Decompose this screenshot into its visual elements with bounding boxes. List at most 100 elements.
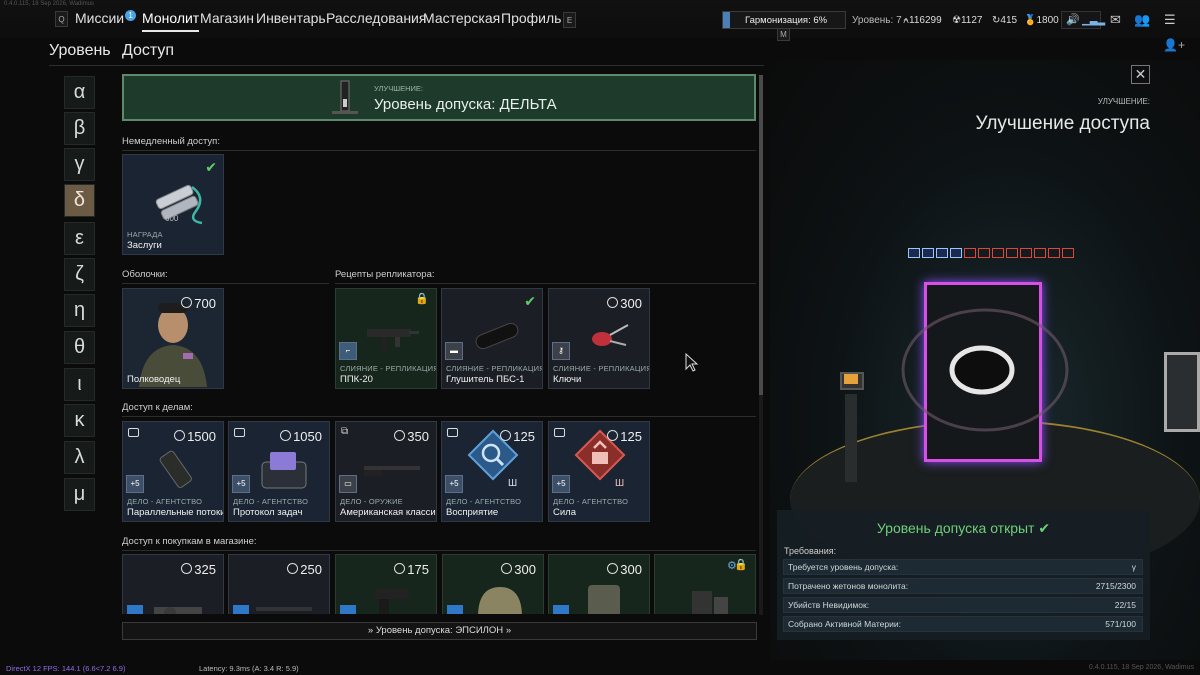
recipe-type-icon: ⚷ [552,342,570,360]
recipe-type-icon: ▬ [445,342,463,360]
recipe-cost: 300 [607,296,642,311]
mail-icon[interactable]: ✉ [1110,12,1121,28]
harmonization-bar[interactable]: Гармонизация: 6% [722,11,846,29]
level-kappa[interactable]: κ [64,404,95,437]
shop-card[interactable]: ⚙ 🔒 [654,554,756,614]
right-sub: УЛУЧШЕНИЕ: [1097,97,1150,106]
card-category: СЛИЯНИЕ - РЕПЛИКАЦИЯ [553,364,650,373]
nav-inventory[interactable]: Инвентарь [256,10,326,26]
case-level-icon: +5 [552,475,570,493]
level-alpha[interactable]: α [64,76,95,109]
nav-investigations[interactable]: Расследования [326,10,426,26]
shop-card[interactable]: 175 [335,554,437,614]
tier-three-icon: Ш [615,478,625,489]
case-level: 5 [561,479,566,488]
card-name: Восприятие [446,507,499,518]
upgrade-banner: УЛУЧШЕНИЕ: Уровень допуска: ДЕЛЬТА [122,74,756,121]
scrollbar-track[interactable] [759,75,763,615]
case-level: 5 [241,479,246,488]
level-gamma[interactable]: γ [64,148,95,181]
req-value: 2715/2300 [1095,581,1136,591]
shell-card-commander[interactable]: 700 Полководец [122,288,224,389]
req-label: Убийств Невидимок: [788,600,870,610]
level-lambda[interactable]: λ [64,441,95,474]
add-friend-icon[interactable]: 👤+ [1163,38,1185,52]
next-level-button[interactable]: » Уровень допуска: ЭПСИЛОН » [122,622,757,640]
section-cases: Доступ к делам: [122,402,756,417]
section-shop: Доступ к покупкам в магазине: [122,536,756,551]
tab-level[interactable]: Уровень [49,42,111,60]
case-cost: 125 [607,429,642,444]
shop-card[interactable]: 300 [548,554,650,614]
suppressor-icon [475,322,519,350]
scrollbar-thumb[interactable] [759,75,763,395]
currency-3-value: 415 [1000,15,1018,26]
nav-shop[interactable]: Магазин [200,10,254,26]
recipe-card-keys[interactable]: 300 ⚷ СЛИЯНИЕ - РЕПЛИКАЦИЯ Ключи [548,288,650,389]
nav-profile[interactable]: Профиль [501,10,561,26]
vest-icon [588,585,620,614]
shop-cost: 300 [501,562,536,577]
shop-type-icon [447,605,463,614]
missions-badge: 1 [125,10,137,21]
case-card-perception[interactable]: Ш 125 +5 ДЕЛО - АГЕНТСТВО Восприятие [441,421,543,522]
friends-icon[interactable]: 👥 [1134,12,1150,28]
level-theta[interactable]: θ [64,331,95,364]
tab-access[interactable]: Доступ [122,42,174,60]
section-immediate: Немедленный доступ: [122,136,756,151]
level-beta[interactable]: β [64,112,95,145]
level-eta[interactable]: η [64,294,95,327]
card-category: СЛИЯНИЕ - РЕПЛИКАЦИЯ [446,364,543,373]
banner-sub: УЛУЧШЕНИЕ: [374,84,423,93]
req-label: Требуется уровень допуска: [788,562,899,572]
shop-card[interactable]: 325 [122,554,224,614]
case-level-icon: +5 [232,475,250,493]
claimed-check-icon: ✔ [524,293,536,309]
recipe-card-ppk20[interactable]: 🔒 ⌐ СЛИЯНИЕ - РЕПЛИКАЦИЯ ППК-20 [335,288,437,389]
card-name: Полководец [127,374,181,385]
reward-card-merits[interactable]: ✔ 600 НАГРАДА Заслуги [122,154,224,255]
harmonization-label: Гармонизация: 6% [745,15,828,26]
level-mu[interactable]: μ [64,478,95,511]
currency-2-value: 1127 [960,15,983,26]
recipe-card-suppressor[interactable]: ✔ ▬ СЛИЯНИЕ - РЕПЛИКАЦИЯ Глушитель ПБС-1 [441,288,543,389]
nav-missions[interactable]: Миссии 1 [75,10,137,26]
shop-card[interactable]: 300 [442,554,544,614]
card-category: ДЕЛО - АГЕНТСТВО [127,497,203,506]
close-icon[interactable]: ✕ [1131,65,1150,84]
audio-widget[interactable]: 🔊 ▁▃▂ [1061,11,1105,29]
briefcase-icon [234,428,245,437]
menu-icon[interactable]: ☰ [1164,12,1176,28]
shop-type-icon [127,605,143,614]
access-open-status: Уровень допуска открыт ✔ [777,520,1150,537]
version-label: 0.4.0.115, 18 Sep 2026, Wadimus [4,1,95,7]
banner-title-prefix: Уровень допуска: [374,96,500,113]
tablet-icon [261,452,307,489]
claimed-check-icon: ✔ [205,159,217,175]
level-delta[interactable]: δ [64,184,95,217]
shop-cost: 325 [181,562,216,577]
level-iota[interactable]: ι [64,368,95,401]
case-cost: 350 [394,429,429,444]
harmonization-fill [723,12,730,28]
case-card-parallel[interactable]: 1500 +5 ДЕЛО - АГЕНТСТВО Параллельные по… [122,421,224,522]
card-name: Глушитель ПБС-1 [446,374,525,385]
reward-qty: 600 [165,214,179,223]
case-card-protocol[interactable]: 1050 +5 ДЕЛО - АГЕНТСТВО Протокол задач [228,421,330,522]
case-card-american-classic[interactable]: ⧉ 350 ▭ ДЕЛО - ОРУЖИЕ Американская класс… [335,421,437,522]
nav-monolith[interactable]: Монолит [142,10,200,32]
level-zeta[interactable]: ζ [64,258,95,291]
player-level: Уровень: 7 [852,15,902,26]
section-shells: Оболочки: [122,269,329,284]
lock-icon: 🔒 [415,293,429,305]
card-name: Заслуги [127,240,162,251]
smg-icon [367,329,419,351]
shop-type-icon [553,605,569,614]
banner-title-value: ДЕЛЬТА [499,96,557,113]
shop-card[interactable]: 250 [228,554,330,614]
nav-workshop[interactable]: Мастерская [423,10,500,26]
level-indicator-lights [908,248,1074,258]
req-row-tokens: Потрачено жетонов монолита: 2715/2300 [783,578,1143,594]
case-card-strength[interactable]: Ш 125 +5 ДЕЛО - АГЕНТСТВО Сила [548,421,650,522]
level-epsilon[interactable]: ε [64,222,95,255]
